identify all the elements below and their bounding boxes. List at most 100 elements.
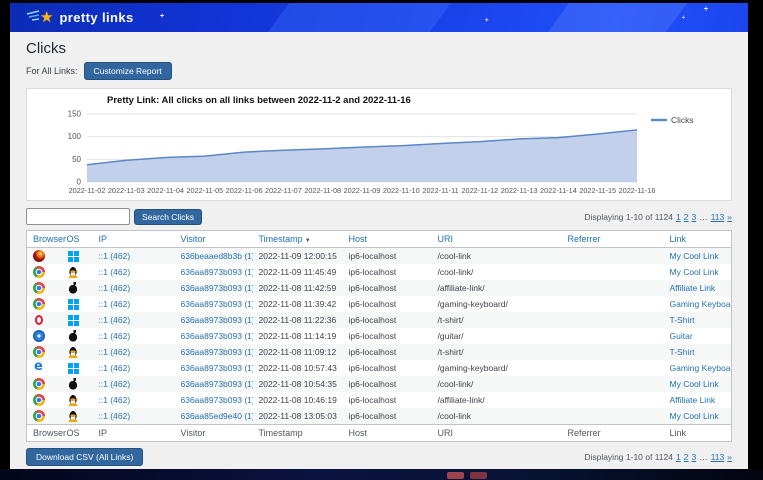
linux-os-icon	[67, 346, 79, 358]
footer-column-header-referrer[interactable]: Referrer	[562, 425, 664, 442]
footer-column-header-browser[interactable]: Browser	[27, 425, 61, 442]
ip-link[interactable]: ::1 (462)	[99, 283, 131, 293]
column-header-ip[interactable]: IP	[93, 231, 175, 248]
column-header-link[interactable]: Link	[664, 231, 732, 248]
host: ip6-localhost	[349, 331, 397, 341]
uri: /cool-link	[438, 411, 472, 421]
chrome-browser-icon	[33, 410, 45, 422]
timestamp: 2022-11-08 10:57:43	[259, 363, 337, 373]
visitor-link[interactable]: 636aa8973b093 (1)	[181, 347, 253, 357]
page-link-2[interactable]: 2	[684, 212, 689, 222]
column-header-browser[interactable]: Browser	[27, 231, 61, 248]
customize-report-button[interactable]: Customize Report	[84, 62, 172, 80]
uri: /cool-link/	[438, 267, 474, 277]
ip-link[interactable]: ::1 (462)	[99, 395, 131, 405]
ip-link[interactable]: ::1 (462)	[99, 331, 131, 341]
page-link-113[interactable]: 113	[711, 452, 725, 462]
visitor-link[interactable]: 636aa8973b093 (1)	[181, 283, 253, 293]
pretty-link-name[interactable]: Guitar	[670, 331, 693, 341]
ip-link[interactable]: ::1 (462)	[99, 411, 131, 421]
click-row: ::1 (462) 636aa8973b093 (1) 2022-11-08 10:…	[27, 360, 732, 376]
pagination-ellipsis: …	[699, 452, 708, 462]
visitor-link[interactable]: 636aa85ed9e40 (1)	[181, 411, 253, 421]
for-all-links-label: For All Links:	[26, 66, 78, 76]
pretty-link-name[interactable]: Gaming Keyboard	[670, 363, 732, 373]
report-scope-row: For All Links: Customize Report	[26, 62, 732, 80]
click-row: ::1 (462) 636aa8973b093 (1) 2022-11-08 11:…	[27, 312, 732, 328]
table-bottom-bar: Download CSV (All Links) Displaying 1-10…	[26, 448, 732, 466]
sort-desc-icon: ▼	[305, 238, 311, 244]
svg-text:100: 100	[68, 132, 82, 141]
pretty-link-name[interactable]: My Cool Link	[670, 411, 719, 421]
linux-os-icon	[67, 410, 79, 422]
firefox-browser-icon	[33, 250, 45, 262]
timestamp: 2022-11-09 12:00:15	[259, 251, 337, 261]
ip-link[interactable]: ::1 (462)	[99, 315, 131, 325]
svg-text:2022-11-08: 2022-11-08	[304, 186, 341, 195]
displaying-count: Displaying 1-10 of 1124	[584, 452, 673, 462]
footer-column-header-host[interactable]: Host	[343, 425, 432, 442]
ip-link[interactable]: ::1 (462)	[99, 299, 131, 309]
visitor-link[interactable]: 636aa8973b093 (1)	[181, 363, 253, 373]
chrome-browser-icon	[33, 298, 45, 310]
pretty-link-name[interactable]: My Cool Link	[670, 267, 719, 277]
footer-column-header-ip[interactable]: IP	[93, 425, 175, 442]
svg-text:2022-11-05: 2022-11-05	[186, 186, 223, 195]
click-row: ::1 (462)636aa8973b093 (1)2022-11-09 11:…	[27, 264, 732, 280]
pretty-link-name[interactable]: Affiliate Link	[670, 395, 716, 405]
timestamp: 2022-11-08 11:22:36	[259, 315, 337, 325]
visitor-link[interactable]: 636aa8973b093 (1)	[181, 267, 253, 277]
footer-column-header-link[interactable]: Link	[664, 425, 732, 442]
ip-link[interactable]: ::1 (462)	[99, 251, 131, 261]
uri: /affiliate-link/	[438, 283, 485, 293]
logo-star-icon: ★	[40, 10, 53, 25]
ip-link[interactable]: ::1 (462)	[99, 347, 131, 357]
page-link-2[interactable]: 2	[684, 452, 689, 462]
pagination-ellipsis: …	[699, 212, 708, 222]
column-header-visitor[interactable]: Visitor	[175, 231, 253, 248]
click-row: ::1 (462)636aa8973b093 (1)2022-11-08 11:…	[27, 296, 732, 312]
pretty-link-name[interactable]: My Cool Link	[670, 251, 719, 261]
ip-link[interactable]: ::1 (462)	[99, 363, 131, 373]
ip-link[interactable]: ::1 (462)	[99, 267, 131, 277]
visitor-link[interactable]: 636aa8973b093 (1)	[181, 331, 253, 341]
column-header-host[interactable]: Host	[343, 231, 432, 248]
taskbar-strip	[0, 469, 763, 480]
chart-title: Pretty Link: All clicks on all links bet…	[107, 95, 723, 106]
uri: /gaming-keyboard/	[438, 363, 508, 373]
page-link-1[interactable]: 1	[676, 212, 681, 222]
pretty-link-name[interactable]: T-Shirt	[670, 347, 695, 357]
visitor-link[interactable]: 636aa8973b093 (1)	[181, 379, 253, 389]
visitor-link[interactable]: 636aa8973b093 (1)	[181, 315, 253, 325]
column-header-timestamp[interactable]: Timestamp▼	[253, 231, 343, 248]
pretty-link-name[interactable]: T-Shirt	[670, 315, 695, 325]
ip-link[interactable]: ::1 (462)	[99, 379, 131, 389]
pretty-link-name[interactable]: Gaming Keyboard	[670, 299, 732, 309]
click-row: ::1 (462)636aa8973b093 (1)2022-11-08 11:…	[27, 344, 732, 360]
page-link-113[interactable]: 113	[711, 212, 725, 222]
visitor-link[interactable]: 636aa8973b093 (1)	[181, 299, 253, 309]
chrome-browser-icon	[33, 378, 45, 390]
clicks-page: Clicks For All Links: Customize Report P…	[10, 40, 748, 466]
search-input[interactable]	[26, 208, 130, 225]
next-page-link[interactable]: »	[727, 452, 732, 462]
column-header-referrer[interactable]: Referrer	[562, 231, 664, 248]
next-page-link[interactable]: »	[727, 212, 732, 222]
uri: /gaming-keyboard/	[438, 299, 508, 309]
footer-column-header-timestamp[interactable]: Timestamp	[253, 425, 343, 442]
page-link-3[interactable]: 3	[691, 452, 696, 462]
linux-os-icon	[67, 266, 79, 278]
download-csv-button[interactable]: Download CSV (All Links)	[26, 448, 143, 466]
pretty-link-name[interactable]: Affiliate Link	[670, 283, 716, 293]
pretty-link-name[interactable]: My Cool Link	[670, 379, 719, 389]
uri: /cool-link/	[438, 379, 474, 389]
visitor-link[interactable]: 636aa8973b093 (1)	[181, 395, 253, 405]
page-link-3[interactable]: 3	[691, 212, 696, 222]
visitor-link[interactable]: 636beaaed8b3b (1)	[181, 251, 253, 261]
footer-column-header-uri[interactable]: URI	[432, 425, 562, 442]
search-clicks-button[interactable]: Search Clicks	[134, 209, 202, 225]
footer-column-header-visitor[interactable]: Visitor	[175, 425, 253, 442]
svg-text:2022-11-12: 2022-11-12	[461, 186, 498, 195]
page-link-1[interactable]: 1	[676, 452, 681, 462]
column-header-uri[interactable]: URI	[432, 231, 562, 248]
